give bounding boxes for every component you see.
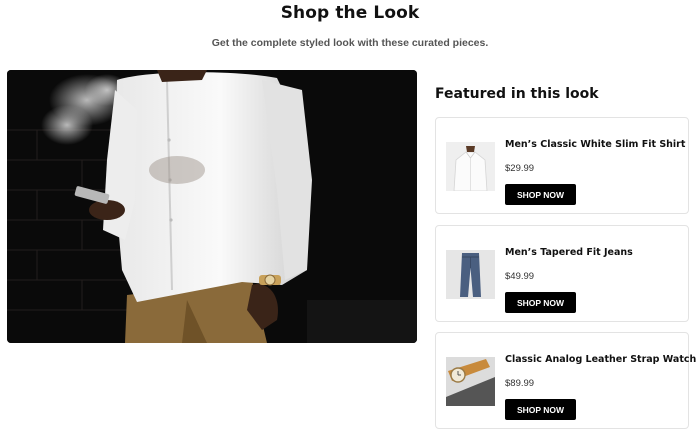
product-name[interactable]: Men’s Classic White Slim Fit Shirt xyxy=(505,139,685,150)
product-price: $29.99 xyxy=(505,163,535,174)
product-card[interactable]: Men’s Classic White Slim Fit Shirt $29.9… xyxy=(435,117,689,214)
shop-now-button[interactable]: SHOP NOW xyxy=(505,184,576,205)
watch-thumbnail[interactable] xyxy=(446,357,495,406)
product-price: $89.99 xyxy=(505,378,535,389)
shop-now-button[interactable]: SHOP NOW xyxy=(505,399,576,420)
jeans-icon xyxy=(446,250,495,299)
page-title: Shop the Look xyxy=(280,3,420,23)
product-name[interactable]: Classic Analog Leather Strap Watch xyxy=(505,354,696,365)
product-card[interactable]: Classic Analog Leather Strap Watch $89.9… xyxy=(435,332,696,429)
model-photo xyxy=(7,70,417,343)
watch-icon xyxy=(446,357,495,406)
hero-image xyxy=(7,70,417,343)
shirt-thumbnail[interactable] xyxy=(446,142,495,191)
shop-now-button[interactable]: SHOP NOW xyxy=(505,292,576,313)
jeans-thumbnail[interactable] xyxy=(446,250,495,299)
product-price: $49.99 xyxy=(505,271,535,282)
featured-heading: Featured in this look xyxy=(435,86,599,102)
page-subtitle: Get the complete styled look with these … xyxy=(211,37,489,49)
product-name[interactable]: Men’s Tapered Fit Jeans xyxy=(505,247,685,258)
shirt-icon xyxy=(446,142,495,191)
product-card[interactable]: Men’s Tapered Fit Jeans $49.99 SHOP NOW xyxy=(435,225,689,322)
